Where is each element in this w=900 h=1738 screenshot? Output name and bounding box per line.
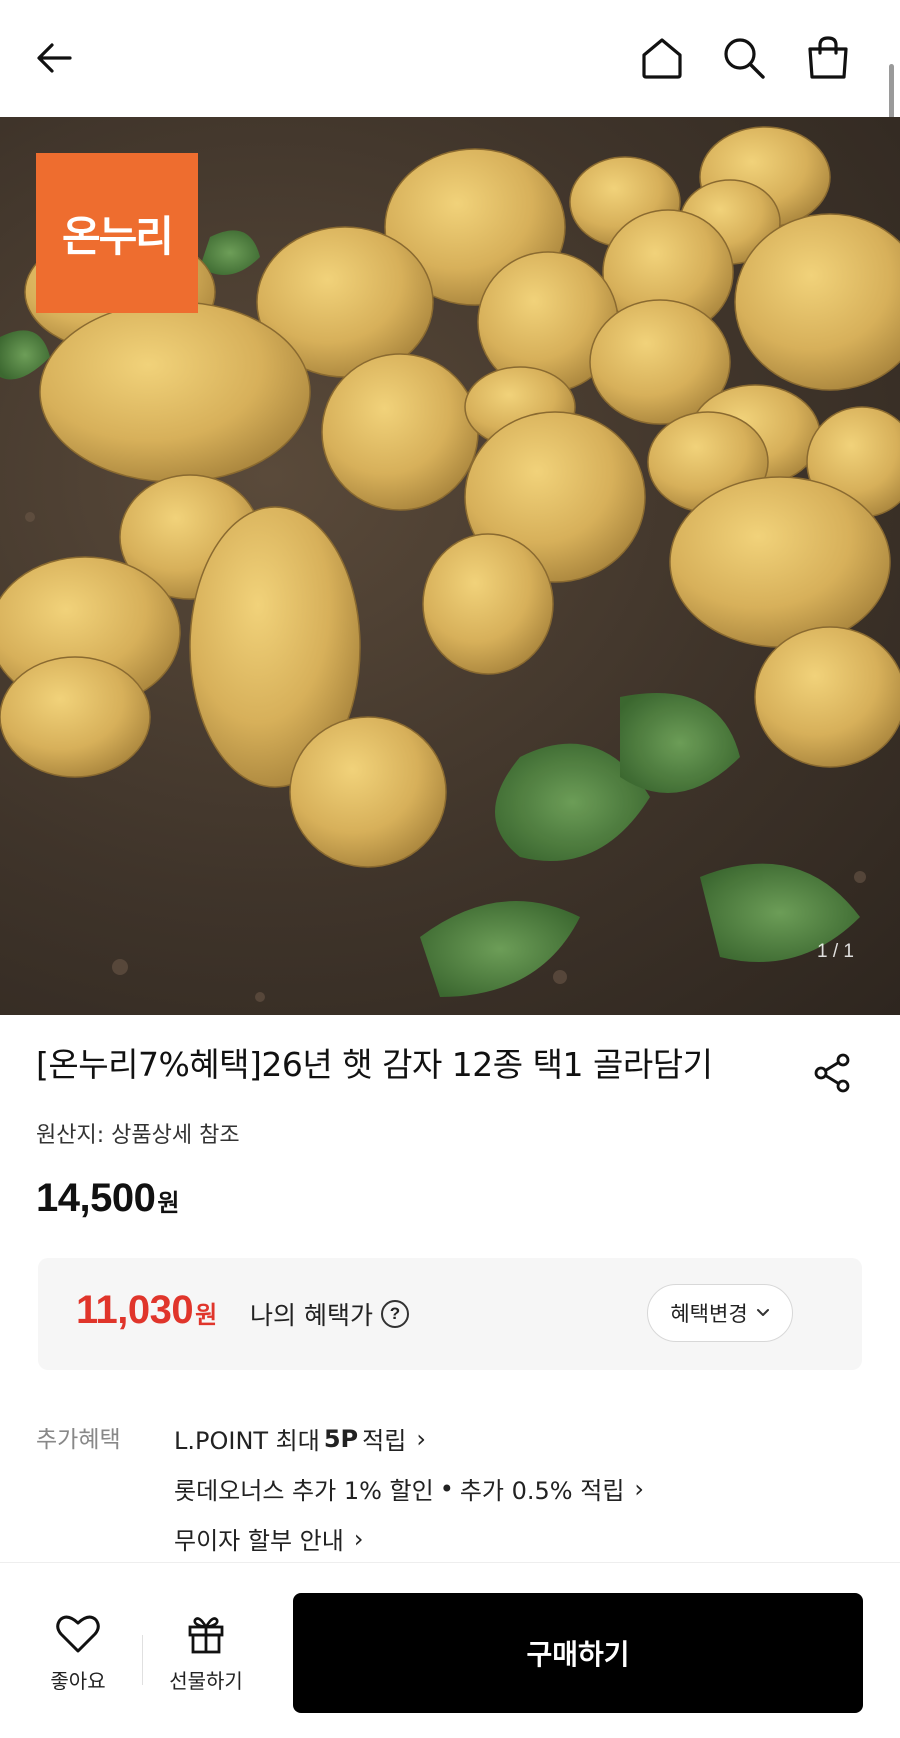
buy-button[interactable]: 구매하기 [293, 1593, 863, 1713]
chevron-right-icon: › [353, 1524, 364, 1553]
product-title: [온누리7%혜택]26년 햇 감자 12종 택1 골라담기 [36, 1045, 713, 1084]
like-label: 좋아요 [50, 1669, 106, 1693]
installment-info-link[interactable]: 무이자 할부 안내 › [174, 1521, 363, 1556]
price-unit: 원 [157, 1190, 180, 1217]
brand-badge-text: 온누리 [62, 211, 174, 261]
arrow-left-icon [37, 43, 72, 73]
extra-benefits-label: 추가혜택 [36, 1427, 121, 1453]
search-button[interactable] [716, 30, 772, 86]
onnuri-brand-badge: 온누리 [36, 153, 198, 313]
lpoint-benefit-link[interactable]: L.POINT 최대 5P 적립 › [174, 1421, 426, 1456]
cart-button[interactable] [800, 30, 856, 86]
chevron-right-icon: › [416, 1424, 426, 1453]
product-image[interactable]: 온누리 1 / 1 [0, 117, 900, 1015]
benefit-price: 11,030원 [76, 1288, 217, 1333]
change-benefit-label: 혜택변경 [670, 1302, 748, 1326]
lottecard-points: 추가 0.5% 적립 [459, 1477, 625, 1505]
chevron-right-icon: › [634, 1474, 645, 1503]
back-button[interactable] [26, 30, 82, 86]
benefit-label-text: 나의 혜택가 [250, 1301, 373, 1330]
image-counter: 1 / 1 [817, 941, 854, 962]
gift-icon [188, 1617, 224, 1654]
search-icon [724, 38, 765, 79]
chevron-down-icon [756, 1309, 769, 1316]
benefit-price-unit: 원 [195, 1302, 218, 1329]
gift-label: 선물하기 [169, 1669, 243, 1693]
help-icon[interactable]: ? [380, 1300, 409, 1328]
home-button[interactable] [634, 30, 690, 86]
benefit-price-box: 11,030원 나의 혜택가 ? 혜택변경 [38, 1258, 862, 1370]
share-icon [814, 1053, 850, 1093]
home-icon [642, 38, 682, 79]
lpoint-value: 5P [323, 1424, 359, 1453]
shopping-bag-icon [808, 36, 848, 79]
lottecard-discount: 롯데오너스 추가 1% 할인 [174, 1477, 434, 1505]
dot-separator: • [439, 1474, 454, 1503]
gift-button[interactable]: 선물하기 [156, 1613, 256, 1713]
price-value: 14,500 [36, 1176, 156, 1220]
origin-info: 원산지: 상품상세 참조 [36, 1123, 240, 1148]
benefit-label: 나의 혜택가 ? [250, 1296, 409, 1332]
original-price: 14,500원 [36, 1176, 179, 1221]
bottom-action-bar: 좋아요 선물하기 구매하기 [0, 1562, 900, 1738]
lpoint-prefix: L.POINT 최대 [174, 1427, 320, 1455]
share-button[interactable] [808, 1048, 858, 1098]
bottom-divider [142, 1635, 143, 1685]
heart-icon [56, 1615, 100, 1653]
like-button[interactable]: 좋아요 [28, 1613, 128, 1713]
lpoint-suffix: 적립 [362, 1427, 407, 1455]
benefit-price-value: 11,030 [76, 1288, 194, 1332]
change-benefit-button[interactable]: 혜택변경 [647, 1284, 793, 1342]
lottecard-benefit-link[interactable]: 롯데오너스 추가 1% 할인 • 추가 0.5% 적립 › [174, 1471, 644, 1506]
top-navigation-bar [0, 0, 900, 154]
installment-label: 무이자 할부 안내 [174, 1527, 344, 1555]
